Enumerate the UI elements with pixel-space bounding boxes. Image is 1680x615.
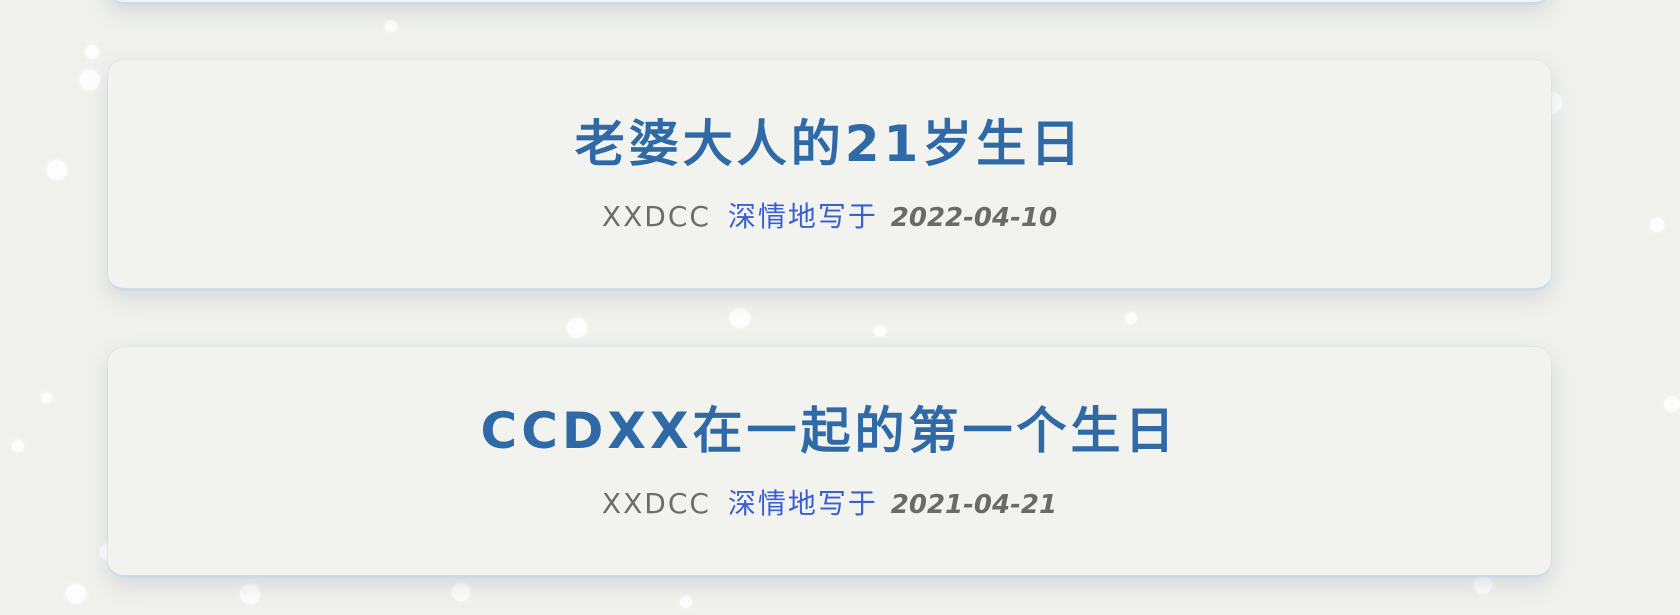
snowflake (452, 583, 470, 601)
snowflake (12, 440, 24, 452)
snowflake (66, 584, 86, 604)
snowflake (680, 596, 692, 608)
post-title[interactable]: 老婆大人的21岁生日 (108, 104, 1551, 176)
snowflake (240, 584, 260, 604)
snowflake (42, 393, 52, 403)
post-meta: XXDCC 深情地写于 2022-04-10 (108, 200, 1551, 235)
page: 老婆大人的21岁生日 XXDCC 深情地写于 2022-04-10 CCDXX在… (0, 0, 1680, 615)
snowflake (1474, 576, 1492, 594)
post-author: XXDCC (601, 200, 711, 233)
snowflake (1664, 396, 1680, 412)
snowflake (1125, 312, 1137, 324)
post-date: 2022-04-10 (890, 203, 1058, 233)
post-card[interactable]: 老婆大人的21岁生日 XXDCC 深情地写于 2022-04-10 (108, 60, 1551, 290)
snowflake (80, 70, 100, 90)
snowflake (567, 318, 587, 338)
post-action-text: 深情地写于 (727, 487, 878, 520)
snowflake (730, 308, 750, 328)
post-action-text: 深情地写于 (727, 200, 878, 233)
post-meta: XXDCC 深情地写于 2021-04-21 (108, 487, 1551, 522)
snowflake (385, 20, 397, 32)
post-title[interactable]: CCDXX在一起的第一个生日 (108, 391, 1551, 463)
post-card[interactable]: CCDXX在一起的第一个生日 XXDCC 深情地写于 2021-04-21 (108, 347, 1551, 577)
snowflake (47, 160, 67, 180)
post-date: 2021-04-21 (890, 490, 1058, 520)
post-card-partial[interactable] (108, 0, 1551, 4)
snowflake (1650, 218, 1664, 232)
snowflake (874, 325, 886, 337)
snowflake (85, 45, 99, 59)
post-author: XXDCC (601, 487, 711, 520)
